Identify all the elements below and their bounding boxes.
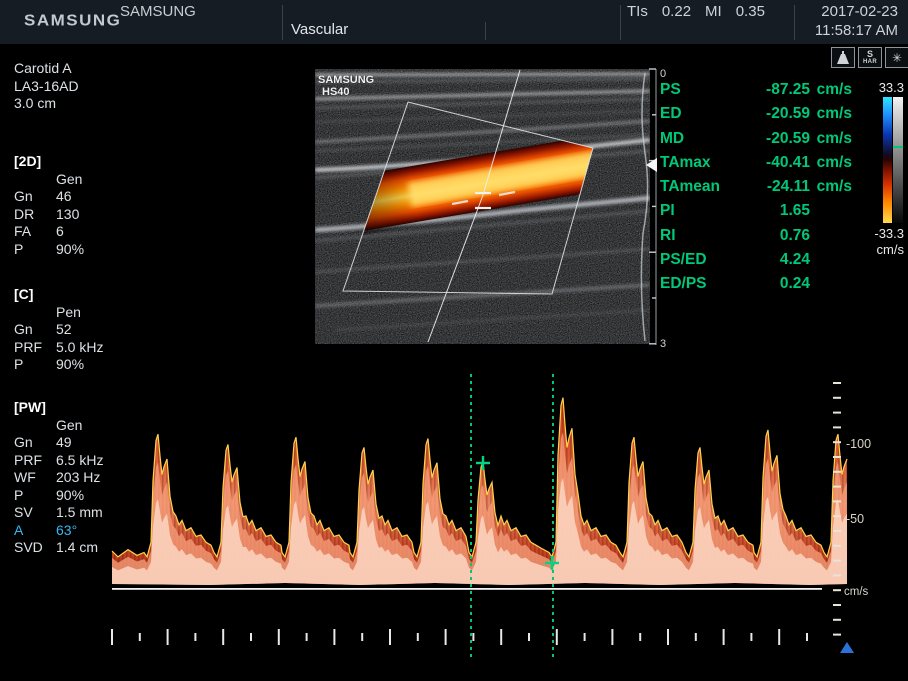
acoustic-output-readout: TIs 0.22 MI 0.35 <box>627 3 765 20</box>
samsung-logo: SAMSUNG <box>24 12 121 30</box>
mi-value: 0.35 <box>736 3 765 20</box>
date-readout: 2017-02-23 <box>796 3 898 20</box>
ed-caliper-cross[interactable] <box>544 555 560 571</box>
param-row: Gn52 <box>14 321 159 339</box>
probe-icon <box>831 47 855 68</box>
param-row: Gen <box>14 171 159 189</box>
param-row: DR130 <box>14 206 159 224</box>
velocity-ruler: -100 -50 cm/s <box>826 376 908 656</box>
mi-label: MI <box>705 3 722 20</box>
section-title-c: [C] <box>14 286 159 304</box>
watermark-model: HS40 <box>322 86 350 98</box>
color-scale-bar <box>883 97 903 223</box>
depth-readout: 3.0 cm <box>14 95 159 113</box>
exam-info: Carotid A LA3-16AD 3.0 cm <box>14 60 159 113</box>
velocity-label-100: -100 <box>846 437 871 451</box>
ruler-bottom-label: 3 <box>660 338 666 348</box>
colorbar-unit-label: cm/s <box>858 242 904 257</box>
brand-label: SAMSUNG <box>120 3 196 20</box>
param-row: P90% <box>14 241 159 259</box>
section-title-2d: [2D] <box>14 153 159 171</box>
param-row: Pen <box>14 304 159 322</box>
measurement-row: MD-20.59cm/s <box>660 130 852 154</box>
divider <box>620 5 621 40</box>
spectral-waveform <box>110 372 850 612</box>
measurement-row: PS/ED4.24 <box>660 251 852 275</box>
cine-icon: ✳ <box>885 47 908 68</box>
top-bar: SAMSUNG SAMSUNG Vascular TIs 0.22 MI 0.3… <box>0 0 908 44</box>
gray-scale-strip <box>893 97 903 223</box>
bmode-image: SAMSUNG HS40 <box>315 69 650 344</box>
divider <box>282 5 283 40</box>
harmonic-imaging-icon: S HAR <box>858 47 882 68</box>
param-row: Gn46 <box>14 188 159 206</box>
cine-position-marker[interactable] <box>840 642 854 653</box>
measurement-row: PI1.65 <box>660 202 852 226</box>
colorbar-max-label: 33.3 <box>858 80 904 95</box>
gray-map-marker <box>893 146 903 148</box>
measurement-row: RI0.76 <box>660 227 852 251</box>
measurement-row: TAmean-24.11cm/s <box>660 178 852 202</box>
ps-caliper-cross[interactable] <box>475 455 491 471</box>
measurement-row: TAmax-40.41cm/s <box>660 154 852 178</box>
doppler-color-strip <box>883 97 892 223</box>
velocity-unit-label: cm/s <box>844 586 869 598</box>
exam-preset: Carotid A <box>14 60 159 78</box>
tis-value: 0.22 <box>662 3 691 20</box>
doppler-baseline <box>112 588 822 590</box>
measurement-row: ED-20.59cm/s <box>660 105 852 129</box>
divider <box>485 22 486 40</box>
param-row: P90% <box>14 356 159 374</box>
ruler-top-label: 0 <box>660 68 666 80</box>
velocity-label-50: -50 <box>846 512 864 526</box>
caliper-line-start[interactable] <box>470 374 472 658</box>
params-color: [C] Pen Gn52 PRF5.0 kHz P90% <box>14 286 159 374</box>
preset-label: Vascular <box>291 21 348 38</box>
params-2d: [2D] Gen Gn46 DR130 FA6 P90% <box>14 153 159 258</box>
measurement-row: PS-87.25cm/s <box>660 81 852 105</box>
measurement-panel: PS-87.25cm/s ED-20.59cm/s MD-20.59cm/s T… <box>660 81 852 300</box>
measurement-row: ED/PS0.24 <box>660 275 852 299</box>
status-icon-row: S HAR ✳ <box>831 47 908 68</box>
tis-label: TIs <box>627 3 648 20</box>
probe-model: LA3-16AD <box>14 78 159 96</box>
param-row: FA6 <box>14 223 159 241</box>
param-row: PRF5.0 kHz <box>14 339 159 357</box>
caliper-line-end[interactable] <box>552 374 554 658</box>
time-readout: 11:58:17 AM <box>796 22 898 39</box>
watermark-brand: SAMSUNG <box>318 74 374 86</box>
ultrasound-screen: SAMSUNG SAMSUNG Vascular TIs 0.22 MI 0.3… <box>0 0 908 681</box>
time-ruler <box>100 626 860 650</box>
divider <box>794 5 795 40</box>
colorbar-min-label: -33.3 <box>858 226 904 241</box>
